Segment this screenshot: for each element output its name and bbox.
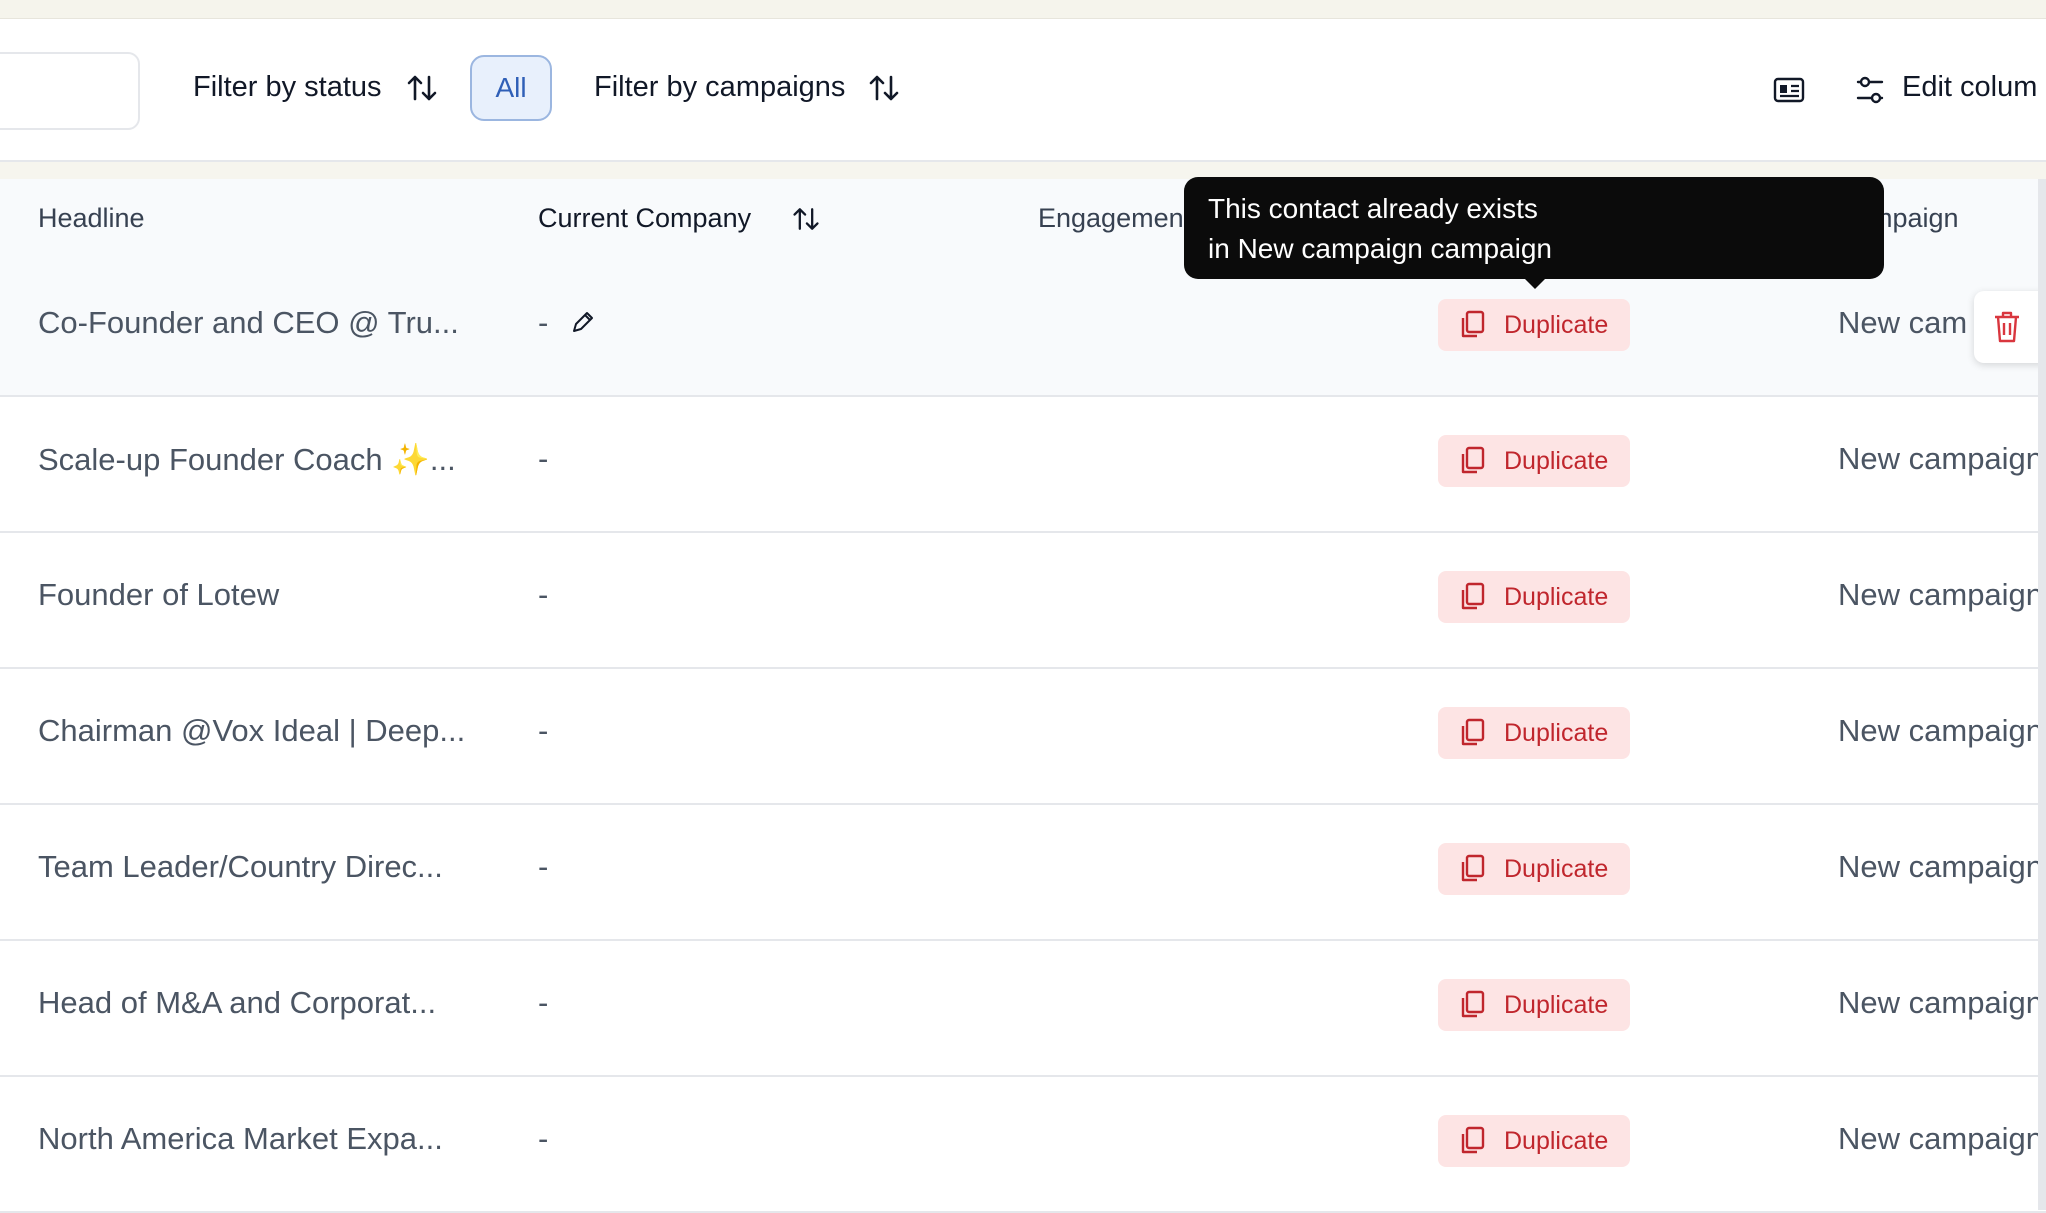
table-row[interactable]: Head of M&A and Corporat... - Duplicate … (0, 941, 2046, 1077)
copy-icon (1461, 582, 1485, 610)
trash-icon[interactable] (1991, 310, 2023, 344)
duplicate-status-badge[interactable]: Duplicate (1438, 1115, 1630, 1167)
copy-icon (1461, 1126, 1485, 1154)
all-filter-chip[interactable]: All (470, 55, 552, 121)
table-row[interactable]: Team Leader/Country Direc... - Duplicate… (0, 805, 2046, 941)
campaign-cell: New campaign (1838, 849, 2044, 884)
sort-icon[interactable] (791, 204, 821, 234)
duplicate-status-badge[interactable]: Duplicate (1438, 843, 1630, 895)
headline-cell: Team Leader/Country Direc... (38, 849, 443, 884)
campaign-cell: New campaign (1838, 713, 2044, 748)
duplicate-label: Duplicate (1504, 1126, 1609, 1155)
duplicate-label: Duplicate (1504, 582, 1609, 611)
top-strip (0, 0, 2046, 19)
campaign-cell: New campaign (1838, 441, 2044, 476)
campaign-cell: New campaign (1838, 577, 2044, 612)
copy-icon (1461, 854, 1485, 882)
sort-icon[interactable] (405, 71, 439, 105)
row-actions (1974, 291, 2046, 363)
pencil-icon[interactable] (570, 309, 596, 335)
duplicate-label: Duplicate (1504, 854, 1609, 883)
company-cell: - (538, 713, 549, 748)
duplicate-label: Duplicate (1504, 446, 1609, 475)
copy-icon (1461, 446, 1485, 474)
filter-by-campaigns-button[interactable]: Filter by campaigns (594, 71, 845, 104)
scroll-edge (2038, 179, 2046, 1210)
duplicate-status-badge[interactable]: Duplicate (1438, 435, 1630, 487)
filter-toolbar: Filter by status All Filter by campaigns… (0, 19, 2046, 162)
id-card-icon[interactable] (1773, 76, 1805, 104)
headline-cell: Head of M&A and Corporat... (38, 985, 437, 1020)
campaign-cell: New campaign (1838, 985, 2044, 1020)
copy-icon (1461, 718, 1485, 746)
tooltip-line-2: in New campaign campaign (1208, 233, 1552, 264)
tooltip-line-1: This contact already exists (1208, 193, 1538, 224)
duplicate-status-badge[interactable]: Duplicate (1438, 979, 1630, 1031)
duplicate-status-badge[interactable]: Duplicate (1438, 571, 1630, 623)
company-cell: - (538, 305, 549, 340)
copy-icon (1461, 990, 1485, 1018)
duplicate-label: Duplicate (1504, 990, 1609, 1019)
company-cell: - (538, 577, 549, 612)
duplicate-status-badge[interactable]: Duplicate (1438, 707, 1630, 759)
campaign-cell: New campaign (1838, 1121, 2044, 1156)
table-row[interactable]: Scale-up Founder Coach ✨... - Duplicate … (0, 397, 2046, 533)
column-header-company[interactable]: Current Company (538, 203, 751, 234)
table-row[interactable]: Chairman @Vox Ideal | Deep... - Duplicat… (0, 669, 2046, 805)
headline-cell: Chairman @Vox Ideal | Deep... (38, 713, 466, 748)
headline-cell: Scale-up Founder Coach ✨... (38, 442, 456, 477)
campaign-cell: New cam (1838, 305, 1968, 340)
table-row[interactable]: North America Market Expa... - Duplicate… (0, 1077, 2046, 1213)
table-row[interactable]: Co-Founder and CEO @ Tru... - Duplicate … (0, 261, 2046, 397)
company-cell: - (538, 1121, 549, 1156)
duplicate-label: Duplicate (1504, 718, 1609, 747)
company-cell: - (538, 849, 549, 884)
headline-cell: Founder of Lotew (38, 577, 280, 612)
edit-columns-button[interactable]: Edit colum (1902, 71, 2037, 104)
duplicate-status-badge[interactable]: Duplicate (1438, 299, 1630, 351)
company-cell: - (538, 441, 549, 476)
headline-cell: Co-Founder and CEO @ Tru... (38, 305, 459, 340)
duplicate-label: Duplicate (1504, 310, 1609, 339)
filter-by-status-button[interactable]: Filter by status (193, 71, 382, 104)
company-cell: - (538, 985, 549, 1020)
search-input[interactable] (0, 52, 140, 130)
duplicate-tooltip: This contact already exists in New campa… (1184, 177, 1884, 289)
tooltip-arrow (1524, 278, 1546, 289)
table-row[interactable]: Founder of Lotew - Duplicate New campaig… (0, 533, 2046, 669)
copy-icon (1461, 310, 1485, 338)
column-header-headline[interactable]: Headline (38, 203, 145, 234)
headline-cell: North America Market Expa... (38, 1121, 443, 1156)
sort-icon[interactable] (867, 71, 901, 105)
column-header-engagement[interactable]: Engagemen (1038, 203, 1184, 234)
sliders-icon[interactable] (1855, 74, 1885, 106)
